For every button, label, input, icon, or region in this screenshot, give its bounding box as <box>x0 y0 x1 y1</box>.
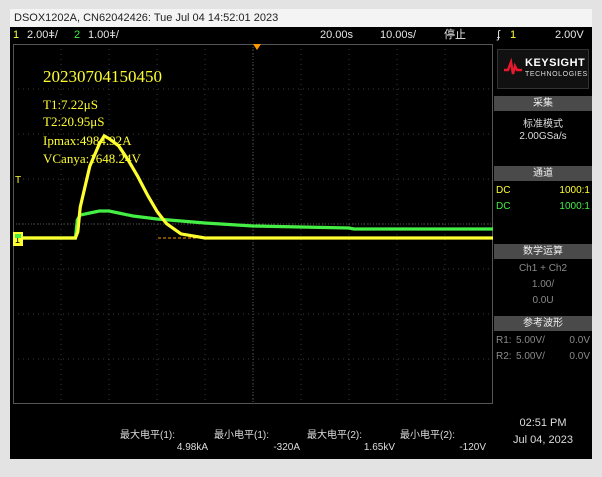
keysight-wave-icon <box>504 58 522 75</box>
meas-value-min1: -320A <box>273 442 300 453</box>
math-offset: 0.0U <box>532 295 554 306</box>
trigger-channel[interactable]: 1 <box>510 27 516 44</box>
window-title: DSOX1202A, CN62042426: Tue Jul 04 14:52:… <box>10 9 592 27</box>
r1-offset: 0.0V <box>569 335 590 346</box>
clock-date: Jul 04, 2023 <box>513 434 573 446</box>
ch2-probe: 1000:1 <box>559 201 590 212</box>
sample-rate: 2.00GSa/s <box>519 131 567 142</box>
meas-label-min2[interactable]: 最小电平(2): <box>400 426 455 441</box>
math-header[interactable]: 数学运算 <box>494 244 592 259</box>
ch2-scale[interactable]: 1.00ǂ/ <box>88 27 119 44</box>
math-expression: Ch1 + Ch2 <box>518 263 568 274</box>
reference-header[interactable]: 参考波形 <box>494 316 592 331</box>
meas-label-max1[interactable]: 最大电平(1): <box>120 426 175 441</box>
r2-label: R2: <box>496 351 512 362</box>
ch2-number[interactable]: 2 <box>74 27 80 44</box>
channels-header[interactable]: 通道 <box>494 166 592 181</box>
time-offset[interactable]: 20.00s <box>320 27 353 44</box>
meas-value-max1: 4.98kA <box>176 442 208 453</box>
overlay-t1: T1:7.22μS <box>43 97 99 112</box>
oscilloscope-display: 1 2.00ǂ/ 2 1.00ǂ/ 20.00s 10.00s/ 停止 ʄ 1 … <box>10 27 592 459</box>
brand-subtitle: TECHNOLOGIES <box>525 71 588 78</box>
trigger-level[interactable]: 2.00V <box>555 27 584 44</box>
overlay-ipmax: Ipmax:4984.92A <box>43 133 132 148</box>
ch1-coupling: DC <box>496 185 511 196</box>
ch2-ground-marker[interactable] <box>15 234 21 238</box>
overlay-vcanya: VCanya:1648.24V <box>43 151 141 166</box>
r1-label: R1: <box>496 335 512 346</box>
meas-value-min2: -120V <box>459 442 486 453</box>
brand-logo-box: KEYSIGHT TECHNOLOGIES <box>497 49 589 89</box>
trigger-icon: ʄ <box>497 29 500 41</box>
overlay-t2: T2:20.95μS <box>43 114 105 129</box>
ch1-scale[interactable]: 2.00ǂ/ <box>27 27 58 44</box>
acquisition-mode: 标准模式 <box>523 119 563 130</box>
ch1-probe: 1000:1 <box>559 185 590 196</box>
ch2-coupling: DC <box>496 201 511 212</box>
measurement-bar: 最大电平(1): 4.98kA 最小电平(1): -320A 最大电平(2): … <box>10 404 494 459</box>
right-panel: KEYSIGHT TECHNOLOGIES 采集 标准模式 2.00GSa/s … <box>494 44 592 459</box>
r2-scale: 5.00V/ <box>516 351 545 362</box>
screenshot-frame: DSOX1202A, CN62042426: Tue Jul 04 14:52:… <box>0 0 602 477</box>
acquisition-header[interactable]: 采集 <box>494 96 592 111</box>
time-scale[interactable]: 10.00s/ <box>380 27 416 44</box>
status-bar: 1 2.00ǂ/ 2 1.00ǂ/ 20.00s 10.00s/ 停止 ʄ 1 … <box>10 27 592 44</box>
meas-label-max2[interactable]: 最大电平(2): <box>307 426 362 441</box>
clock-time: 02:51 PM <box>519 417 567 429</box>
meas-value-max2: 1.65kV <box>363 442 395 453</box>
ch1-number[interactable]: 1 <box>13 27 19 44</box>
brand-name: KEYSIGHT <box>525 57 586 69</box>
clock: 02:51 PM Jul 04, 2023 <box>494 417 592 446</box>
r1-scale: 5.00V/ <box>516 335 545 346</box>
overlay-timestamp: 20230704150450 <box>43 67 162 86</box>
trigger-level-marker: T <box>15 175 21 186</box>
meas-label-min1[interactable]: 最小电平(1): <box>214 426 269 441</box>
math-scale: 1.00/ <box>531 279 555 290</box>
r2-offset: 0.0V <box>569 351 590 362</box>
run-state[interactable]: 停止 <box>444 27 466 44</box>
